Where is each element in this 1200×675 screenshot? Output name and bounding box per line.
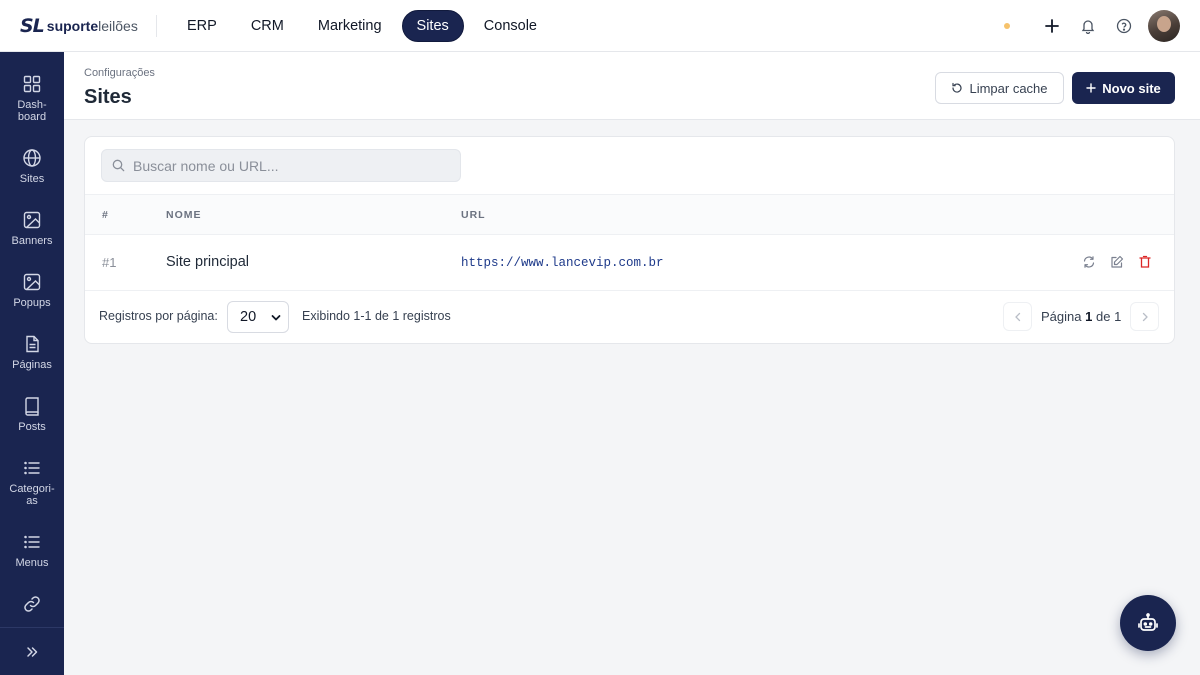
sidebar-item-sites[interactable]: Sites — [0, 148, 64, 185]
link-icon — [24, 596, 40, 612]
sidebar-item-paginas[interactable]: Páginas — [0, 334, 64, 371]
sidebar-item-label: Categori-as — [9, 483, 55, 507]
search-box — [101, 149, 461, 182]
assistant-bot-button[interactable] — [1120, 595, 1176, 651]
plus-icon[interactable] — [1034, 8, 1070, 44]
status-dot — [1004, 23, 1010, 29]
image-icon — [23, 211, 41, 229]
records-summary: Exibindo 1-1 de 1 registros — [302, 309, 451, 323]
brand-logo[interactable]: SL suporteleilões — [0, 0, 156, 52]
page-of: de — [1095, 309, 1111, 324]
per-page-value: 20 — [240, 309, 257, 325]
chevron-right-icon — [1142, 312, 1148, 321]
chevron-down-icon — [271, 315, 281, 321]
sidebar-item-label: Popups — [13, 297, 51, 309]
per-page-label: Registros por página: — [99, 309, 218, 323]
row-url-link[interactable]: https://www.lancevip.com.br — [461, 256, 664, 270]
sidebar-item-menus[interactable]: Menus — [0, 532, 64, 569]
clear-cache-button[interactable]: Limpar cache — [935, 72, 1064, 104]
edit-icon[interactable] — [1109, 254, 1124, 269]
sidebar-item-categorias[interactable]: Categori-as — [0, 458, 64, 507]
sites-card: # NOME URL #1 Site principal https://www… — [84, 136, 1175, 344]
page-indicator: Página 1 de 1 — [1041, 309, 1121, 324]
sidebar-item-dashboard[interactable]: Dash-board — [0, 74, 64, 123]
row-actions — [1081, 254, 1152, 269]
search-input[interactable] — [133, 157, 443, 174]
delete-icon[interactable] — [1137, 254, 1152, 269]
chevrons-right-icon — [27, 646, 38, 657]
sidebar: Dash-board Sites Banners Popups Páginas … — [0, 52, 64, 675]
new-site-button[interactable]: Novo site — [1072, 72, 1175, 104]
column-header-url[interactable]: URL — [461, 209, 486, 221]
bell-icon[interactable] — [1070, 8, 1106, 44]
clear-cache-label: Limpar cache — [969, 80, 1048, 96]
image-icon — [23, 273, 41, 291]
page-current: 1 — [1085, 309, 1093, 324]
page-header: Configurações Sites Limpar cache Novo si… — [64, 52, 1200, 120]
column-header-id[interactable]: # — [102, 209, 109, 221]
table-footer: Registros por página: 20 Exibindo 1-1 de… — [85, 292, 1174, 344]
nav-marketing[interactable]: Marketing — [304, 11, 396, 41]
nav-console[interactable]: Console — [470, 11, 551, 41]
top-bar: SL suporteleilões ERP CRM Marketing Site… — [0, 0, 1200, 52]
table-row[interactable]: #1 Site principal https://www.lancevip.c… — [85, 235, 1174, 291]
book-icon — [25, 397, 39, 416]
sidebar-item-label: Páginas — [12, 359, 52, 371]
next-page-button[interactable] — [1130, 302, 1159, 331]
sidebar-item-label: Menus — [15, 557, 49, 569]
help-icon[interactable] — [1106, 8, 1142, 44]
plus-icon — [1086, 83, 1096, 93]
chevron-left-icon — [1014, 312, 1020, 321]
breadcrumb[interactable]: Configurações — [84, 67, 155, 79]
refresh-icon — [952, 82, 963, 93]
sidebar-item-popups[interactable]: Popups — [0, 272, 64, 309]
brand-name-bold: suporte — [46, 17, 99, 34]
sidebar-item-label: Posts — [18, 421, 46, 433]
globe-icon — [23, 149, 41, 167]
sidebar-item-links[interactable] — [0, 594, 64, 614]
nav-sites[interactable]: Sites — [401, 9, 464, 42]
sidebar-item-label: Banners — [11, 235, 53, 247]
top-divider — [156, 14, 157, 37]
robot-icon — [1138, 613, 1158, 631]
row-id: #1 — [102, 255, 117, 270]
column-header-name[interactable]: NOME — [166, 209, 202, 221]
nav-crm[interactable]: CRM — [237, 11, 298, 41]
row-name: Site principal — [166, 254, 250, 270]
previous-page-button[interactable] — [1003, 302, 1032, 331]
brand-mark: SL — [20, 14, 45, 37]
sidebar-item-label: Dash-board — [17, 99, 47, 123]
top-nav: ERP CRM Marketing Sites Console — [173, 9, 551, 42]
sidebar-item-posts[interactable]: Posts — [0, 396, 64, 433]
search-icon — [112, 159, 125, 172]
nav-erp[interactable]: ERP — [173, 11, 231, 41]
list-icon — [24, 535, 40, 549]
avatar[interactable] — [1148, 10, 1180, 42]
brand-name-light: leilões — [98, 17, 138, 34]
sidebar-item-label: Sites — [19, 173, 45, 185]
top-actions — [1004, 0, 1180, 52]
new-site-label: Novo site — [1102, 80, 1161, 96]
page-prefix: Página — [1041, 309, 1082, 324]
list-icon — [24, 461, 40, 475]
dashboard-icon — [23, 75, 41, 93]
document-icon — [26, 335, 39, 353]
per-page-select[interactable]: 20 — [227, 301, 289, 333]
sidebar-item-banners[interactable]: Banners — [0, 210, 64, 247]
sidebar-expand-button[interactable] — [0, 627, 64, 675]
table-header: # NOME URL — [85, 194, 1174, 235]
page-total: 1 — [1114, 309, 1122, 324]
sync-icon[interactable] — [1081, 254, 1096, 269]
page-title: Sites — [84, 86, 132, 108]
